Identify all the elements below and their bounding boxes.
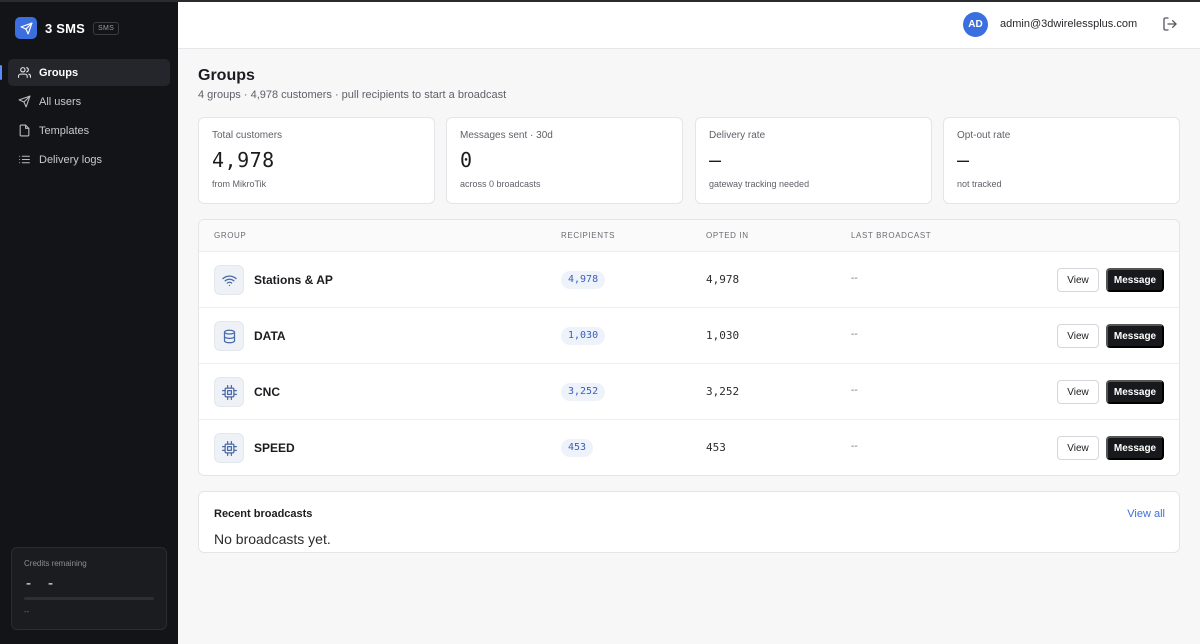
stat-foot: from MikroTik — [212, 179, 267, 189]
app-badge: SMS — [93, 21, 120, 35]
message-button[interactable]: Message — [1106, 436, 1164, 460]
view-button[interactable]: View — [1057, 324, 1099, 348]
message-button[interactable]: Message — [1106, 268, 1164, 292]
logout-icon[interactable] — [1162, 16, 1178, 32]
opted-in-value: 3,252 — [706, 385, 740, 398]
send-logo-icon — [15, 17, 37, 39]
group-name: CNC — [254, 385, 280, 399]
page-title: Groups — [198, 67, 255, 84]
list-icon — [17, 153, 31, 167]
group-name: DATA — [254, 329, 286, 343]
stat-messages-sent: Messages sent · 30d 0 across 0 broadcast… — [446, 117, 683, 204]
view-button[interactable]: View — [1057, 436, 1099, 460]
opted-in-value: 1,030 — [706, 329, 740, 342]
stat-value: — — [709, 148, 722, 172]
recipients-badge: 453 — [561, 439, 594, 457]
stat-delivery-rate: Delivery rate — gateway tracking needed — [695, 117, 932, 204]
empty-state-text: No broadcasts yet. — [214, 531, 331, 547]
sidebar: 3 SMS SMS Groups All users Templates Del… — [0, 0, 178, 644]
opted-in-value: 4,978 — [706, 273, 740, 286]
stat-foot: not tracked — [957, 179, 1002, 189]
last-broadcast-value: -- — [851, 273, 858, 284]
sidebar-item-delivery-logs[interactable]: Delivery logs — [8, 146, 170, 173]
credits-progress-bar — [24, 597, 154, 600]
message-button[interactable]: Message — [1106, 324, 1164, 348]
recipients-badge: 3,252 — [561, 383, 606, 401]
table-row[interactable]: Stations & AP 4,978 4,978 -- View Messag… — [199, 252, 1179, 308]
cpu-icon — [214, 433, 244, 463]
stat-label: Messages sent · 30d — [460, 130, 553, 141]
stat-total-customers: Total customers 4,978 from MikroTik — [198, 117, 435, 204]
page-subtitle: 4 groups · 4,978 customers · pull recipi… — [198, 89, 507, 101]
recipients-badge: 1,030 — [561, 327, 606, 345]
stat-foot: across 0 broadcasts — [460, 179, 541, 189]
groups-table: Group Recipients Opted in Last broadcast… — [198, 219, 1180, 476]
group-name: Stations & AP — [254, 273, 333, 287]
stat-value: 0 — [460, 148, 473, 172]
column-header-last-broadcast: Last broadcast — [851, 231, 932, 240]
recent-broadcasts-card: Recent broadcasts View all No broadcasts… — [198, 491, 1180, 553]
recipients-badge: 4,978 — [561, 271, 606, 289]
sidebar-item-label: Groups — [39, 66, 79, 79]
column-header-group: Group — [214, 231, 247, 240]
wifi-icon — [214, 265, 244, 295]
app-name: 3 SMS — [45, 20, 86, 36]
last-broadcast-value: -- — [851, 329, 858, 340]
file-icon — [17, 124, 31, 138]
stats-row: Total customers 4,978 from MikroTik Mess… — [198, 117, 1180, 204]
stat-opt-out-rate: Opt-out rate — not tracked — [943, 117, 1180, 204]
users-icon — [17, 66, 31, 80]
sidebar-item-label: All users — [39, 95, 82, 108]
sidebar-nav: Groups All users Templates Delivery logs — [0, 59, 170, 175]
sidebar-item-all-users[interactable]: All users — [8, 88, 170, 115]
message-button[interactable]: Message — [1106, 380, 1164, 404]
credits-value: - - — [24, 574, 58, 592]
topbar: AD admin@3dwirelessplus.com — [178, 2, 1200, 49]
stat-foot: gateway tracking needed — [709, 179, 810, 189]
stat-label: Opt-out rate — [957, 130, 1011, 141]
recent-broadcasts-title: Recent broadcasts — [214, 508, 313, 520]
column-header-opted-in: Opted in — [706, 231, 749, 240]
view-button[interactable]: View — [1057, 268, 1099, 292]
last-broadcast-value: -- — [851, 385, 858, 396]
stat-label: Delivery rate — [709, 130, 766, 141]
sidebar-item-groups[interactable]: Groups — [0, 59, 170, 86]
credits-card: Credits remaining - - -- — [11, 547, 167, 630]
table-header: Group Recipients Opted in Last broadcast — [199, 220, 1179, 252]
column-header-recipients: Recipients — [561, 231, 616, 240]
sidebar-item-label: Delivery logs — [39, 153, 102, 166]
group-name: SPEED — [254, 441, 295, 455]
avatar[interactable]: AD — [963, 12, 988, 37]
send-icon — [17, 95, 31, 109]
last-broadcast-value: -- — [851, 441, 858, 452]
credits-label: Credits remaining — [24, 559, 87, 568]
main-content: Groups 4 groups · 4,978 customers · pull… — [178, 49, 1200, 644]
window-top-border — [0, 0, 1200, 2]
sidebar-item-templates[interactable]: Templates — [8, 117, 170, 144]
credits-subtext: -- — [24, 607, 30, 616]
table-row[interactable]: CNC 3,252 3,252 -- View Message — [199, 364, 1179, 420]
stat-value: 4,978 — [212, 148, 275, 172]
sidebar-item-label: Templates — [39, 124, 90, 137]
view-all-link[interactable]: View all — [1127, 508, 1165, 520]
cpu-icon — [214, 377, 244, 407]
opted-in-value: 453 — [706, 441, 726, 454]
table-row[interactable]: DATA 1,030 1,030 -- View Message — [199, 308, 1179, 364]
brand[interactable]: 3 SMS SMS — [15, 17, 120, 39]
view-button[interactable]: View — [1057, 380, 1099, 404]
stat-label: Total customers — [212, 130, 283, 141]
stat-value: — — [957, 148, 970, 172]
user-email: admin@3dwirelessplus.com — [1000, 18, 1138, 30]
table-row[interactable]: SPEED 453 453 -- View Message — [199, 420, 1179, 475]
database-icon — [214, 321, 244, 351]
